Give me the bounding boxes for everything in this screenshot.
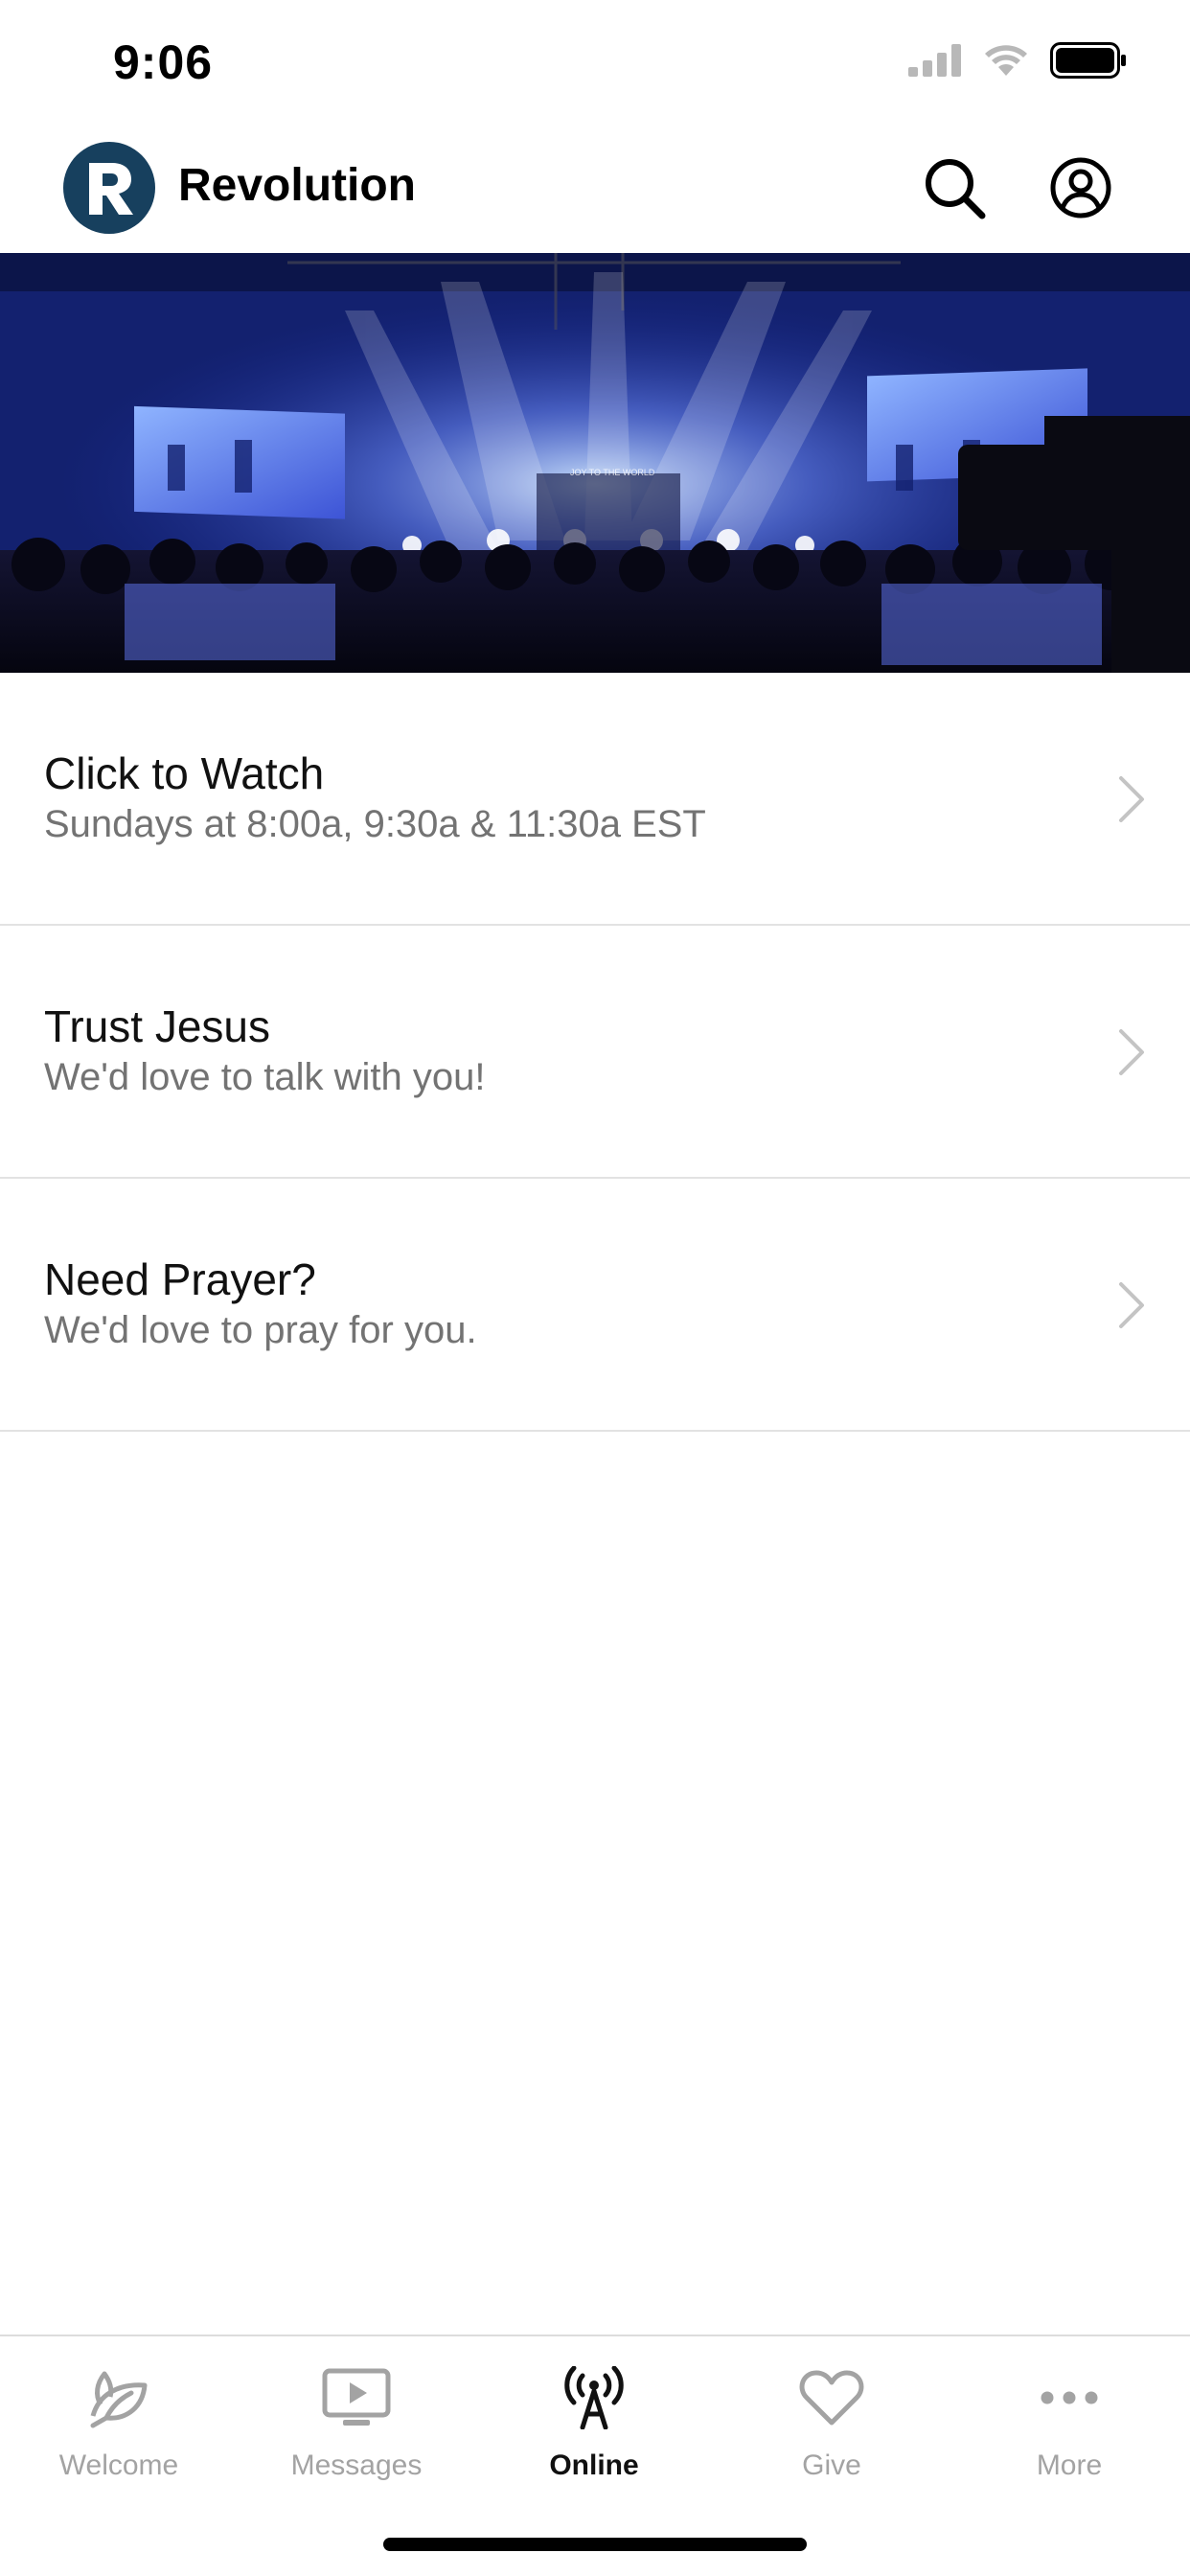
chevron-right-icon (1119, 1029, 1144, 1075)
status-time: 9:06 (113, 35, 214, 89)
search-icon (926, 159, 986, 219)
home-indicator[interactable] (383, 2538, 807, 2551)
tab-online[interactable]: Online (475, 2359, 713, 2503)
tab-label: Messages (290, 2450, 423, 2481)
hero-image: JOY TO THE WORLD (0, 253, 1190, 673)
list-item-trust-jesus[interactable]: Trust Jesus We'd love to talk with you! (0, 926, 1190, 1179)
tab-welcome[interactable]: Welcome (0, 2359, 238, 2503)
chevron-right-icon (1119, 1282, 1144, 1328)
tv-play-icon (318, 2359, 395, 2436)
search-button[interactable] (918, 151, 991, 224)
tab-messages[interactable]: Messages (238, 2359, 475, 2503)
tab-label: Welcome (58, 2450, 179, 2481)
list-item-title: Trust Jesus (44, 1001, 271, 1051)
app-header: Revolution (0, 130, 1190, 253)
hero-screen-caption: JOY TO THE WORLD (570, 468, 655, 477)
status-bar: 9:06 (0, 0, 1190, 130)
list-item-title: Click to Watch (44, 748, 325, 798)
tab-label: Give (802, 2450, 861, 2481)
list-item-subtitle: We'd love to talk with you! (44, 1056, 486, 1098)
list-item-need-prayer[interactable]: Need Prayer? We'd love to pray for you. (0, 1179, 1190, 1432)
heart-icon (793, 2359, 870, 2436)
tab-more[interactable]: More (950, 2359, 1188, 2503)
app-logo (63, 142, 155, 234)
cellular-signal-icon (908, 44, 962, 77)
list-item-subtitle: We'd love to pray for you. (44, 1309, 477, 1351)
battery-icon (1050, 42, 1127, 79)
broadcast-icon (556, 2359, 632, 2436)
ellipsis-icon (1031, 2359, 1108, 2436)
logo-letter-r-icon (89, 163, 133, 215)
tab-give[interactable]: Give (713, 2359, 950, 2503)
list-item-subtitle: Sundays at 8:00a, 9:30a & 11:30a EST (44, 803, 706, 845)
tab-label: More (1036, 2450, 1103, 2481)
list-item-click-to-watch[interactable]: Click to Watch Sundays at 8:00a, 9:30a &… (0, 673, 1190, 926)
menu-list: Click to Watch Sundays at 8:00a, 9:30a &… (0, 673, 1190, 1432)
user-circle-icon (1050, 157, 1111, 218)
screen: 9:06 Revolution JOY TO THE WORLD Click t… (0, 0, 1190, 2576)
app-title: Revolution (178, 160, 416, 211)
status-icons (908, 42, 1127, 79)
list-item-title: Need Prayer? (44, 1254, 316, 1304)
wifi-icon (983, 43, 1029, 78)
leaf-icon (80, 2359, 157, 2436)
tab-label: Online (549, 2450, 639, 2481)
profile-button[interactable] (1044, 151, 1117, 224)
chevron-right-icon (1119, 776, 1144, 822)
